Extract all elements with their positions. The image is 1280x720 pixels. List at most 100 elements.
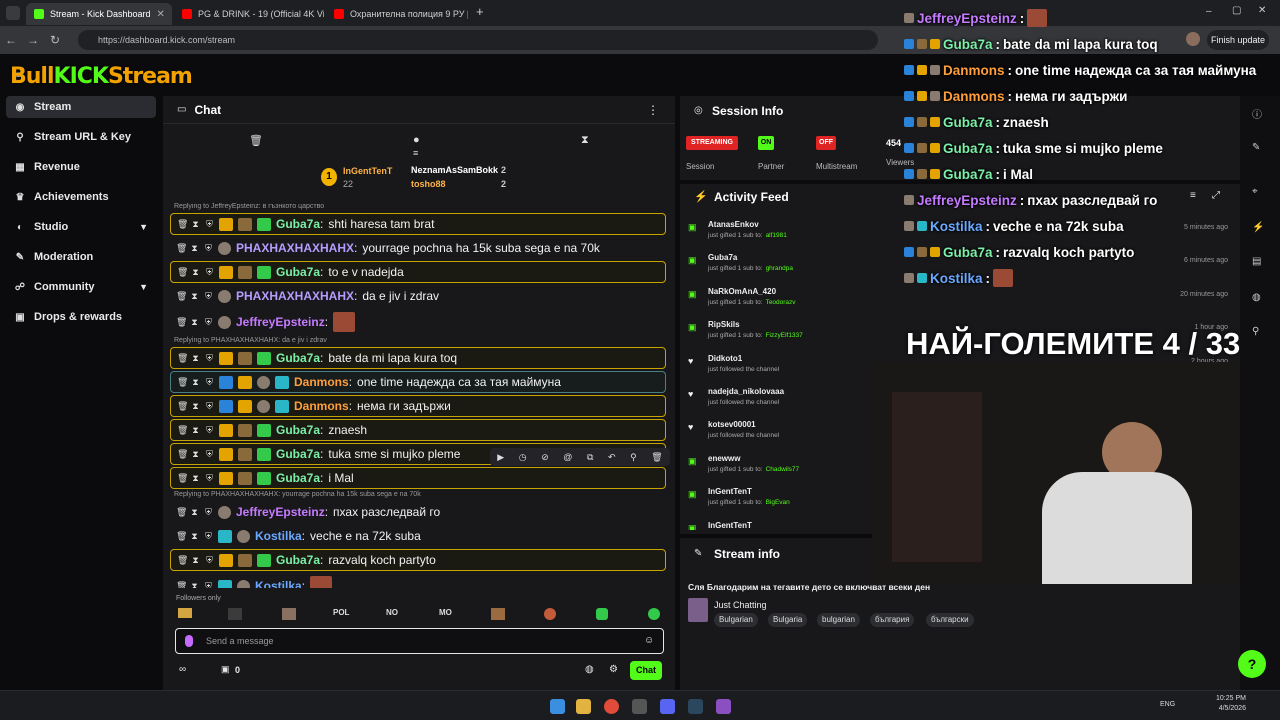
activity-username[interactable]: NaRkOmAnA_420 [708,287,776,296]
hourglass-icon[interactable]: ⧗ [191,353,200,364]
taskbar-clock[interactable]: 10:25 PM 4/5/2026 [1216,694,1246,714]
sidebar-item-revenue[interactable]: ▦ Revenue [6,156,156,178]
new-tab-button[interactable]: + [476,4,484,19]
hourglass-icon[interactable]: ⧗ [190,507,199,518]
hourglass-icon[interactable]: ⧗ [191,219,200,230]
activity-username[interactable]: InGentTenT [708,487,752,496]
chat-message[interactable]: 🗑 ⧗ ⛨ Guba7a: to e v nadejda [170,261,666,283]
pencil-icon[interactable]: ✎ [1252,142,1260,153]
trash-icon[interactable]: 🗑 [177,425,188,436]
emote-icon[interactable] [544,608,556,620]
windows-start-icon[interactable] [550,699,565,714]
leader-second-name[interactable]: NeznamAsSamBokk [411,165,498,175]
shield-icon[interactable]: ⛨ [204,507,213,518]
settings-gear-icon[interactable]: ⚙ [609,664,618,675]
emote-icon[interactable] [648,608,660,620]
shield-icon[interactable]: ⛨ [205,449,214,460]
chat-username[interactable]: Guba7a [276,217,320,231]
forward-icon[interactable]: → [22,33,44,47]
hourglass-icon[interactable]: ⧗ [191,267,200,278]
shield-icon[interactable]: ⛨ [205,473,214,484]
back-icon[interactable]: ← [0,33,22,47]
chat-message[interactable]: 🗑 ⧗ ⛨ Kostilka: veche e na 72k suba [170,525,666,547]
chat-icon[interactable]: ◍ [1252,292,1261,303]
activity-username[interactable]: nadejda_nikolovaaa [708,387,784,396]
link-icon[interactable]: ⚲ [1252,326,1259,337]
activity-target[interactable]: BigEvan [766,499,790,506]
emote-icon[interactable] [228,608,242,620]
sidebar-item-moderation[interactable]: ✎ Moderation [6,246,156,268]
chat-message[interactable]: 🗑 ⧗ ⛨ Guba7a: i Mal [170,467,666,489]
chat-send-button[interactable]: Chat [630,661,662,680]
chat-message[interactable]: 🗑 ⧗ ⛨ Guba7a: razvalq koch partyto [170,549,666,571]
connections-icon[interactable]: ∞ [179,664,186,675]
sidebar-item-achievements[interactable]: ♛ Achievements [6,186,156,208]
emoji-icon[interactable]: ☺ [644,635,654,646]
trash-icon[interactable]: 🗑 [177,219,188,230]
discord-icon[interactable] [660,699,675,714]
shield-icon[interactable]: ⛨ [204,291,213,302]
hourglass-icon[interactable]: ⧗ [190,531,199,542]
info-icon[interactable]: ⓘ [1252,106,1262,121]
hourglass-icon[interactable]: ⧗ [191,449,200,460]
emote-icon[interactable] [596,608,608,620]
chat-bubble-icon[interactable]: ◍ [585,664,594,675]
hourglass-icon[interactable]: ⧗ [191,425,200,436]
chat-message[interactable]: 🗑 ⧗ ⛨ Guba7a: znaesh [170,419,666,441]
language-indicator[interactable]: ENG [1160,701,1175,708]
chat-message[interactable]: 🗑 ⧗ ⛨ Kostilka: [170,573,666,588]
obs-icon[interactable] [632,699,647,714]
activity-target[interactable]: FizzyElf1337 [766,332,803,339]
hourglass-icon[interactable]: ⧗ [191,555,200,566]
trash-icon[interactable]: 🗑 [177,353,188,364]
shield-icon[interactable]: ⛨ [204,243,213,254]
tag-chip[interactable]: Bulgaria [768,613,808,627]
activity-username[interactable]: enewww [708,454,740,463]
help-button[interactable]: ? [1238,650,1266,678]
chat-message[interactable]: 🗑 ⧗ ⛨ Danmons: one time надежда са за тая ма… [170,371,666,393]
shield-icon[interactable]: ⛨ [205,555,214,566]
shield-icon[interactable]: ⛨ [205,377,214,388]
tag-chip[interactable]: българия [870,613,915,627]
shield-icon[interactable]: ⛨ [205,401,214,412]
chat-username[interactable]: JeffreyEpsteinz [236,505,325,519]
delete-icon[interactable]: 🗑 [651,452,662,463]
play-icon[interactable]: ▶ [497,452,504,463]
tag-chip[interactable]: български [926,613,974,627]
activity-target[interactable]: Chadwils77 [766,466,800,473]
chat-username[interactable]: Guba7a [276,447,320,461]
trash-icon[interactable]: 🗑 [249,134,263,147]
shield-icon[interactable]: ⛨ [205,425,214,436]
activity-username[interactable]: Guba7a [708,253,737,262]
chat-username[interactable]: Guba7a [276,423,320,437]
reply-icon[interactable]: ↶ [608,452,616,463]
chat-message[interactable]: 🗑 ⧗ ⛨ Guba7a: shti haresa tam brat [170,213,666,235]
chat-message[interactable]: 🗑 ⧗ ⛨ JeffreyEpsteinz: пхах разследвай го [170,501,666,523]
activity-username[interactable]: InGentTenT [708,521,752,530]
lightning-icon[interactable]: ⚡ [1252,222,1264,233]
emote-no[interactable]: NO [386,608,398,617]
trash-icon[interactable]: 🗑 [176,531,187,542]
chat-username[interactable]: Danmons [294,375,349,389]
expand-down-icon[interactable]: ≡ [413,148,418,158]
shield-icon[interactable]: ⛨ [205,267,214,278]
activity-username[interactable]: Didkoto1 [708,354,742,363]
shield-icon[interactable]: ⛨ [205,353,214,364]
hourglass-icon[interactable]: ⧗ [190,317,199,328]
shield-icon[interactable]: ⛨ [204,581,213,589]
activity-username[interactable]: AtanasEnkov [708,220,759,229]
hourglass-icon[interactable]: ⧗ [581,134,589,147]
app-icon[interactable] [716,699,731,714]
hourglass-icon[interactable]: ⧗ [190,243,199,254]
chat-username[interactable]: Guba7a [276,351,320,365]
copy-icon[interactable]: ⧉ [587,452,593,463]
chat-message[interactable]: 🗑 ⧗ ⛨ Guba7a: bate da mi lapa kura toq [170,347,666,369]
chat-username[interactable]: Guba7a [276,265,320,279]
tab-search-icon[interactable] [6,6,20,20]
activity-target[interactable]: Teodorazv [766,299,796,306]
chrome-icon[interactable] [604,699,619,714]
tag-chip[interactable]: Bulgarian [714,613,758,627]
trash-icon[interactable]: 🗑 [177,401,188,412]
chat-username[interactable]: PHAXHAXHAXHAHX [236,241,354,255]
leader-first-name[interactable]: InGentTenT [343,166,392,176]
